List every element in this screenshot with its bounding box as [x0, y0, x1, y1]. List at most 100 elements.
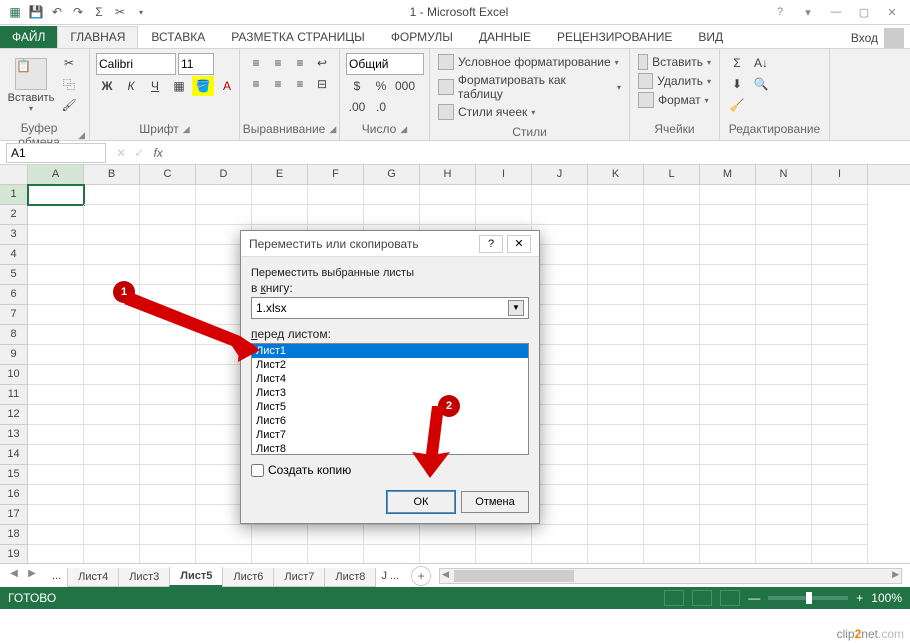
cut-button[interactable]: ✂ [58, 53, 80, 73]
cell[interactable] [756, 205, 812, 225]
cell[interactable] [644, 525, 700, 545]
save-icon[interactable]: 💾 [27, 3, 45, 21]
cell[interactable] [532, 325, 588, 345]
column-header[interactable]: H [420, 165, 476, 184]
sheet-overflow-left[interactable]: ... [46, 567, 67, 585]
column-header[interactable]: G [364, 165, 420, 184]
cell[interactable] [308, 525, 364, 545]
ribbon-tab-данные[interactable]: ДАННЫЕ [466, 26, 544, 48]
cell[interactable] [588, 185, 644, 205]
sheet-tab[interactable]: Лист4 [67, 568, 119, 587]
cell[interactable] [700, 225, 756, 245]
row-header[interactable]: 9 [0, 345, 27, 365]
cell[interactable] [28, 225, 84, 245]
cell[interactable] [84, 385, 140, 405]
cell[interactable] [588, 425, 644, 445]
cell[interactable] [308, 185, 364, 205]
cell[interactable] [644, 545, 700, 563]
cell[interactable] [700, 445, 756, 465]
number-expand-icon[interactable]: ◢ [400, 124, 407, 135]
cell[interactable] [756, 285, 812, 305]
avatar-icon[interactable] [884, 28, 904, 48]
cell[interactable] [420, 545, 476, 563]
cell[interactable] [140, 425, 196, 445]
cell[interactable] [700, 305, 756, 325]
minimize-button[interactable]: — [824, 2, 848, 22]
autosum-button[interactable]: Σ [726, 53, 748, 73]
cell[interactable] [700, 285, 756, 305]
percent-button[interactable]: % [370, 76, 392, 96]
format-cells-button[interactable]: Формат▾ [636, 91, 713, 109]
cell[interactable] [252, 205, 308, 225]
cell[interactable] [700, 505, 756, 525]
sheet-tab[interactable]: Лист3 [118, 568, 170, 587]
redo-icon[interactable]: ↷ [69, 3, 87, 21]
font-expand-icon[interactable]: ◢ [183, 124, 190, 135]
cell[interactable] [756, 325, 812, 345]
ribbon-tab-формулы[interactable]: ФОРМУЛЫ [378, 26, 466, 48]
cell[interactable] [84, 505, 140, 525]
cell[interactable] [196, 205, 252, 225]
scrollbar-thumb[interactable] [454, 570, 574, 582]
cell[interactable] [812, 305, 868, 325]
cell[interactable] [756, 245, 812, 265]
cell[interactable] [756, 425, 812, 445]
row-header[interactable]: 7 [0, 305, 27, 325]
cut-icon[interactable]: ✂ [111, 3, 129, 21]
ribbon-options-button[interactable]: ▾ [796, 2, 820, 22]
cell[interactable] [588, 465, 644, 485]
cell[interactable] [756, 365, 812, 385]
cell[interactable] [812, 345, 868, 365]
cell[interactable] [308, 205, 364, 225]
cell[interactable] [28, 365, 84, 385]
list-item[interactable]: Лист6 [252, 414, 528, 428]
cell[interactable] [756, 345, 812, 365]
formula-input[interactable] [168, 143, 910, 163]
column-header[interactable]: K [588, 165, 644, 184]
cell[interactable] [588, 485, 644, 505]
cell[interactable] [700, 245, 756, 265]
font-name-select[interactable] [96, 53, 176, 75]
column-header[interactable]: E [252, 165, 308, 184]
cell[interactable] [588, 505, 644, 525]
cell[interactable] [700, 385, 756, 405]
cell[interactable] [28, 305, 84, 325]
cell[interactable] [756, 525, 812, 545]
cell[interactable] [812, 245, 868, 265]
list-item[interactable]: Лист5 [252, 400, 528, 414]
column-header[interactable]: M [700, 165, 756, 184]
sheet-tab[interactable]: Лист5 [169, 567, 223, 587]
cell[interactable] [588, 245, 644, 265]
add-sheet-button[interactable]: + [411, 566, 431, 586]
cell[interactable] [588, 345, 644, 365]
list-item[interactable]: Лист7 [252, 428, 528, 442]
row-header[interactable]: 3 [0, 225, 27, 245]
autosum-icon[interactable]: Σ [90, 3, 108, 21]
row-header[interactable]: 13 [0, 425, 27, 445]
cell[interactable] [756, 505, 812, 525]
cell[interactable] [644, 185, 700, 205]
cell[interactable] [532, 405, 588, 425]
italic-button[interactable]: К [120, 76, 142, 96]
cell[interactable] [28, 545, 84, 563]
cell[interactable] [364, 545, 420, 563]
cell[interactable] [364, 185, 420, 205]
cell[interactable] [532, 465, 588, 485]
cell[interactable] [812, 525, 868, 545]
fill-color-button[interactable]: 🪣 [192, 76, 214, 96]
cell[interactable] [700, 525, 756, 545]
cell[interactable] [812, 365, 868, 385]
cell[interactable] [532, 285, 588, 305]
cell[interactable] [756, 405, 812, 425]
cell[interactable] [420, 205, 476, 225]
number-format-select[interactable] [346, 53, 424, 75]
file-tab[interactable]: ФАЙЛ [0, 26, 57, 48]
fx-icon[interactable]: fx [148, 146, 168, 160]
horizontal-scrollbar[interactable]: ◀ ▶ [439, 568, 902, 584]
cell[interactable] [28, 445, 84, 465]
cell[interactable] [84, 185, 140, 205]
clipboard-expand-icon[interactable]: ◢ [78, 130, 85, 141]
cell[interactable] [532, 545, 588, 563]
cell[interactable] [140, 485, 196, 505]
row-header[interactable]: 17 [0, 505, 27, 525]
